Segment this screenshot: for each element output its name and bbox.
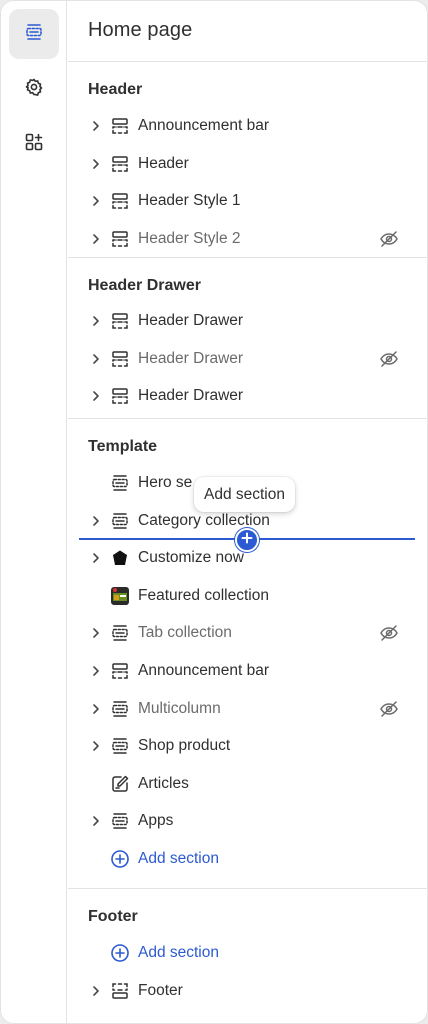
sections-rail-button[interactable] bbox=[9, 9, 59, 59]
chevron-right-icon[interactable] bbox=[88, 118, 104, 134]
settings-rail-button[interactable] bbox=[9, 64, 59, 114]
section-item-label: Category collection bbox=[138, 511, 270, 529]
chevron-right-icon[interactable] bbox=[88, 388, 104, 404]
eye-hidden-icon[interactable] bbox=[379, 230, 399, 248]
eye-hidden-icon[interactable] bbox=[379, 350, 399, 368]
section-icon bbox=[110, 699, 130, 719]
header-section-icon bbox=[110, 191, 130, 211]
section-item-header-drawer[interactable]: Header Drawer bbox=[68, 342, 427, 376]
section-item-label: Hero se bbox=[138, 474, 193, 491]
eye-hidden-icon[interactable] bbox=[379, 700, 399, 718]
section-item-header-style-2[interactable]: Header Style 2 bbox=[68, 222, 427, 256]
header-section-icon bbox=[110, 661, 130, 681]
section-icon bbox=[110, 811, 130, 831]
section-icon bbox=[110, 473, 130, 493]
header-section-icon bbox=[110, 154, 130, 174]
section-item-apps[interactable]: Apps bbox=[68, 804, 427, 838]
add-circle-icon bbox=[110, 849, 130, 869]
section-item-label: Customize now bbox=[138, 549, 244, 567]
add-apps-icon bbox=[24, 132, 44, 157]
section-item-label: Apps bbox=[138, 812, 174, 830]
section-item-label: Footer bbox=[138, 982, 183, 999]
header-section-icon bbox=[110, 311, 130, 331]
section-item-header-style-1[interactable]: Header Style 1 bbox=[68, 184, 427, 218]
section-item-header[interactable]: Header bbox=[68, 147, 427, 181]
section-item-announcement-bar[interactable]: Announcement bar bbox=[68, 654, 427, 688]
group-title-template: Template bbox=[88, 438, 158, 455]
template-add-section-button[interactable]: Add section bbox=[68, 842, 427, 876]
chevron-right-icon[interactable] bbox=[88, 313, 104, 329]
header-section-icon bbox=[110, 116, 130, 136]
section-icon bbox=[110, 623, 130, 643]
section-item-tab-collection[interactable]: Tab collection bbox=[68, 616, 427, 650]
page-title: Home page bbox=[88, 19, 193, 41]
group-title-footer: Footer bbox=[88, 908, 138, 925]
chevron-right-icon[interactable] bbox=[88, 738, 104, 754]
section-item-label: Header bbox=[138, 154, 189, 172]
section-item-label: Shop product bbox=[138, 737, 231, 755]
chevron-right-icon[interactable] bbox=[88, 550, 104, 566]
divider bbox=[68, 61, 427, 62]
divider bbox=[68, 418, 427, 419]
section-item-announcement-bar[interactable]: Announcement bar bbox=[68, 109, 427, 143]
add-section-label: Add section bbox=[138, 944, 219, 961]
chevron-right-icon[interactable] bbox=[88, 231, 104, 247]
section-item-label: Announcement bar bbox=[138, 117, 269, 134]
add-circle-icon bbox=[110, 943, 130, 963]
section-item-label: Header Drawer bbox=[138, 349, 244, 367]
sections-icon bbox=[24, 22, 44, 47]
eye-hidden-icon[interactable] bbox=[379, 624, 399, 642]
section-item-label: Articles bbox=[138, 774, 189, 792]
apps-rail-button[interactable] bbox=[9, 119, 59, 169]
theme-editor-panel: Home page Header Announcement bar Header H… bbox=[0, 0, 428, 1024]
divider bbox=[68, 888, 427, 889]
insert-section-button[interactable] bbox=[235, 528, 259, 552]
header-section-icon bbox=[110, 386, 130, 406]
section-item-label: Header Drawer bbox=[138, 312, 244, 329]
group-title-header: Header bbox=[88, 81, 143, 98]
header-section-icon bbox=[110, 229, 130, 249]
sections-panel: Home page Header Announcement bar Header H… bbox=[68, 1, 427, 1023]
chevron-right-icon[interactable] bbox=[88, 193, 104, 209]
header-section-icon bbox=[110, 349, 130, 369]
edit-icon bbox=[110, 774, 130, 794]
section-item-featured-collection[interactable]: Featured collection bbox=[68, 579, 427, 613]
section-item-label: Announcement bar bbox=[138, 662, 269, 679]
section-item-label: Header Style 2 bbox=[138, 229, 241, 247]
divider bbox=[68, 257, 427, 258]
section-item-header-drawer[interactable]: Header Drawer bbox=[68, 304, 427, 338]
section-icon bbox=[110, 511, 130, 531]
add-section-label: Add section bbox=[138, 850, 219, 867]
section-item-shop-product[interactable]: Shop product bbox=[68, 729, 427, 763]
chevron-right-icon[interactable] bbox=[88, 983, 104, 999]
pentagon-icon bbox=[110, 548, 130, 568]
group-title-header-drawer: Header Drawer bbox=[88, 277, 201, 294]
chevron-right-icon[interactable] bbox=[88, 663, 104, 679]
section-item-label: Header Drawer bbox=[138, 387, 244, 405]
chevron-right-icon[interactable] bbox=[88, 813, 104, 829]
add-section-tooltip: Add section bbox=[194, 477, 295, 512]
section-item-label: Featured collection bbox=[138, 586, 269, 604]
app-thumbnail-icon bbox=[110, 586, 130, 606]
section-item-label: Header Style 1 bbox=[138, 192, 241, 210]
icon-rail bbox=[1, 1, 67, 1023]
section-item-footer[interactable]: Footer bbox=[68, 974, 427, 1008]
chevron-right-icon[interactable] bbox=[88, 513, 104, 529]
section-icon bbox=[110, 736, 130, 756]
chevron-right-icon[interactable] bbox=[88, 701, 104, 717]
section-item-multicolumn[interactable]: Multicolumn bbox=[68, 692, 427, 726]
footer-add-section-button[interactable]: Add section bbox=[68, 936, 427, 970]
section-item-label: Tab collection bbox=[138, 624, 232, 642]
chevron-right-icon[interactable] bbox=[88, 351, 104, 367]
gear-icon bbox=[24, 77, 44, 102]
chevron-right-icon[interactable] bbox=[88, 625, 104, 641]
section-item-header-drawer[interactable]: Header Drawer bbox=[68, 379, 427, 413]
section-item-articles[interactable]: Articles bbox=[68, 767, 427, 801]
plus-icon bbox=[241, 531, 253, 549]
chevron-right-icon[interactable] bbox=[88, 156, 104, 172]
footer-section-icon bbox=[110, 981, 130, 1001]
section-item-label: Multicolumn bbox=[138, 699, 221, 717]
